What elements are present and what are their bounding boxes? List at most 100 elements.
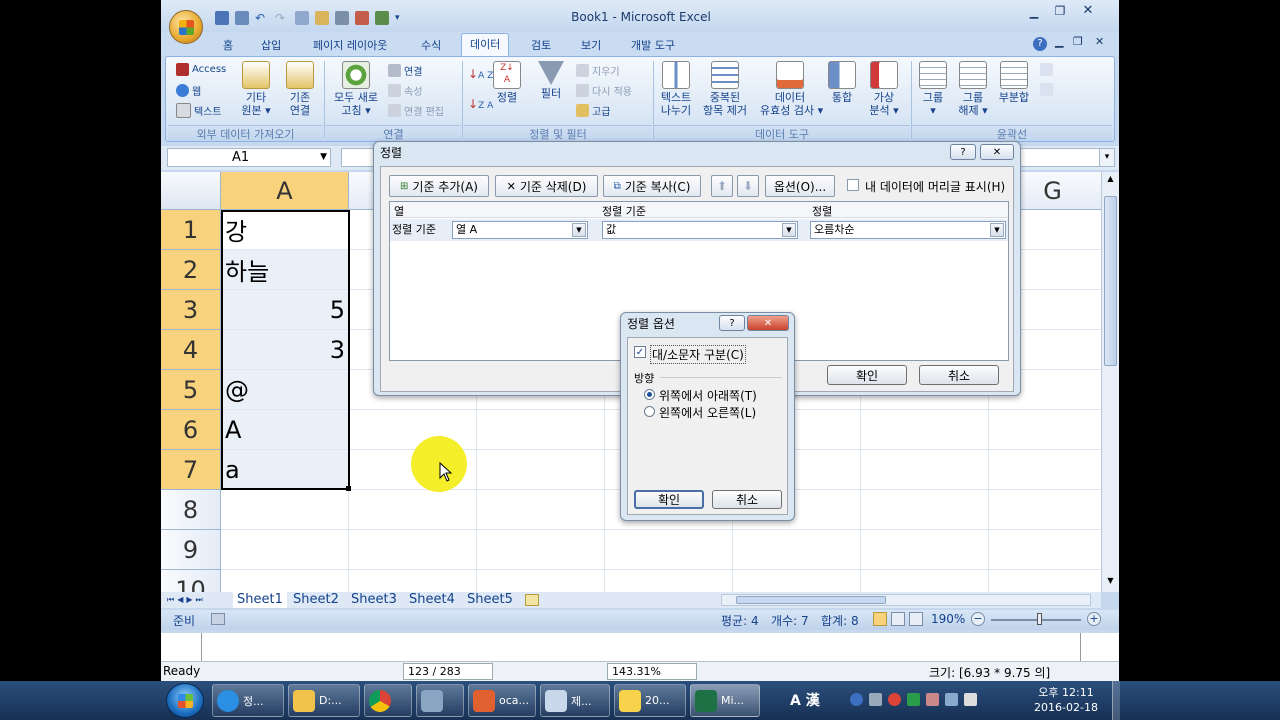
camera-icon[interactable] [335, 11, 349, 25]
taskbar-chrome[interactable] [364, 684, 412, 717]
sort-dialog-help-button[interactable]: ? [950, 144, 976, 160]
format-icon[interactable] [315, 11, 329, 25]
row-header[interactable]: 1 [161, 210, 221, 250]
sheet-tab-sheet3[interactable]: Sheet3 [351, 592, 397, 608]
row-header[interactable]: 9 [161, 530, 221, 570]
case-sensitive-checkbox[interactable]: ✓ [634, 346, 646, 358]
remove-duplicates-button[interactable]: 중복된 항목 제거 [702, 61, 748, 117]
sheet-nav-icon[interactable]: ⏮◀▶⏭ [167, 592, 206, 608]
move-up-button[interactable]: ⬆ [711, 175, 733, 197]
customize-qat-icon[interactable]: ▾ [395, 11, 409, 25]
table-icon[interactable] [375, 11, 389, 25]
bg-page-field[interactable]: 123 / 283 [403, 663, 493, 680]
row-header[interactable]: 6 [161, 410, 221, 450]
zoom-slider[interactable] [991, 613, 1081, 625]
help-tray-icon[interactable] [850, 693, 863, 706]
network-tray-icon[interactable] [869, 693, 882, 706]
select-all-corner[interactable] [161, 172, 221, 210]
sort-options-ok-button[interactable]: 확인 [634, 490, 704, 509]
h-scroll-thumb[interactable] [736, 596, 886, 604]
tab-formulas[interactable]: 수식 [413, 35, 449, 56]
copy-level-button[interactable]: ⧉ 기준 복사(C) [603, 175, 701, 197]
monitor-tray-icon[interactable] [945, 693, 958, 706]
top-to-bottom-radio[interactable] [644, 389, 655, 400]
zoom-slider-thumb[interactable] [1037, 613, 1042, 625]
ribbon-close-icon[interactable]: ✕ [1095, 35, 1104, 48]
volume-tray-icon[interactable] [964, 693, 977, 706]
fill-handle[interactable] [346, 486, 351, 491]
filter-button[interactable]: 필터 [536, 61, 566, 100]
sort-options-help-button[interactable]: ? [719, 315, 745, 331]
taskbar-app6[interactable]: 제... [540, 684, 610, 717]
redo-icon[interactable]: ↷ [275, 11, 289, 25]
row-header[interactable]: 2 [161, 250, 221, 290]
minimize-button[interactable]: ▁ [1023, 6, 1045, 20]
chart-icon[interactable] [355, 11, 369, 25]
data-validation-button[interactable]: 데이터 유효성 검사 ▾ [760, 61, 823, 117]
insert-sheet-icon[interactable] [525, 594, 539, 606]
edit-links-button[interactable]: 연결 편집 [388, 103, 444, 118]
properties-button[interactable]: 속성 [388, 83, 422, 98]
reapply-button[interactable]: 다시 적용 [576, 83, 632, 98]
status-zoom[interactable]: 190% [931, 612, 965, 626]
undo-icon[interactable]: ↶ [255, 11, 269, 25]
options-button[interactable]: 옵션(O)... [765, 175, 835, 197]
sort-options-cancel-button[interactable]: 취소 [712, 490, 782, 509]
sort-cancel-button[interactable]: 취소 [919, 365, 999, 385]
sheet-tab-sheet1[interactable]: Sheet1 [233, 592, 287, 608]
name-box[interactable]: A1 ▼ [167, 148, 331, 167]
security-tray-icon[interactable] [907, 693, 920, 706]
tab-view[interactable]: 보기 [573, 35, 609, 56]
sort-ok-button[interactable]: 확인 [827, 365, 907, 385]
sort-asc-button[interactable]: ↓A Z [468, 67, 493, 81]
sheet-tab-sheet5[interactable]: Sheet5 [467, 592, 513, 608]
taskbar-app4[interactable] [416, 684, 464, 717]
web-button[interactable]: 웹 [176, 83, 201, 98]
tab-review[interactable]: 검토 [523, 35, 559, 56]
restore-button[interactable]: ❐ [1049, 4, 1071, 20]
advanced-filter-button[interactable]: 고급 [576, 103, 610, 118]
zoom-out-icon[interactable]: − [971, 612, 985, 626]
view-normal-icon[interactable] [873, 612, 887, 626]
taskbar-ie[interactable]: 정... [212, 684, 284, 717]
other-sources-button[interactable]: 기타 원본 ▾ [236, 61, 276, 117]
text-to-columns-button[interactable]: 텍스트 나누기 [656, 61, 696, 117]
delete-level-button[interactable]: ✕ 기준 삭제(D) [495, 175, 598, 197]
group-button[interactable]: 그룹 ▾ [916, 61, 950, 117]
tab-developer[interactable]: 개발 도구 [623, 35, 683, 56]
show-detail-button[interactable] [1040, 63, 1053, 76]
help-icon[interactable]: ? [1033, 37, 1047, 51]
vertical-scrollbar[interactable]: ▲ ▼ [1101, 172, 1119, 592]
tab-page-layout[interactable]: 페이지 레이아웃 [305, 35, 395, 56]
close-button[interactable]: ✕ [1075, 3, 1101, 20]
row-header[interactable]: 8 [161, 490, 221, 530]
view-page-break-icon[interactable] [909, 612, 923, 626]
scroll-down-icon[interactable]: ▼ [1104, 576, 1117, 590]
ime-indicator[interactable]: A 漢 [790, 690, 820, 710]
row-header[interactable]: 10 [161, 570, 221, 592]
clear-filter-button[interactable]: 지우기 [576, 63, 620, 78]
app-tray-icon[interactable] [926, 693, 939, 706]
hide-detail-button[interactable] [1040, 83, 1053, 96]
formula-expand-icon[interactable]: ▾ [1099, 148, 1115, 167]
order-select[interactable]: 오름차순 ▼ [810, 221, 1006, 239]
sheet-tab-sheet2[interactable]: Sheet2 [293, 592, 339, 608]
show-desktop-button[interactable] [1112, 681, 1120, 720]
taskbar-excel[interactable]: Mi... [690, 684, 760, 717]
column-header-a[interactable]: A [221, 172, 349, 210]
tab-insert[interactable]: 삽입 [253, 35, 289, 56]
existing-connections-button[interactable]: 기존 연결 [280, 61, 320, 117]
print-icon[interactable] [235, 11, 249, 25]
connections-button[interactable]: 연결 [388, 63, 422, 78]
row-header[interactable]: 5 [161, 370, 221, 410]
sort-on-select[interactable]: 값 ▼ [602, 221, 798, 239]
view-page-layout-icon[interactable] [891, 612, 905, 626]
consolidate-button[interactable]: 통합 [826, 61, 858, 104]
ribbon-restore-icon[interactable]: ❐ [1073, 35, 1083, 48]
save-icon[interactable] [215, 11, 229, 25]
bg-zoom-field[interactable]: 143.31% [607, 663, 697, 680]
taskbar-app5[interactable]: oca... [468, 684, 536, 717]
office-button[interactable] [169, 10, 203, 44]
what-if-button[interactable]: 가상 분석 ▾ [866, 61, 902, 117]
start-button[interactable] [166, 683, 204, 718]
